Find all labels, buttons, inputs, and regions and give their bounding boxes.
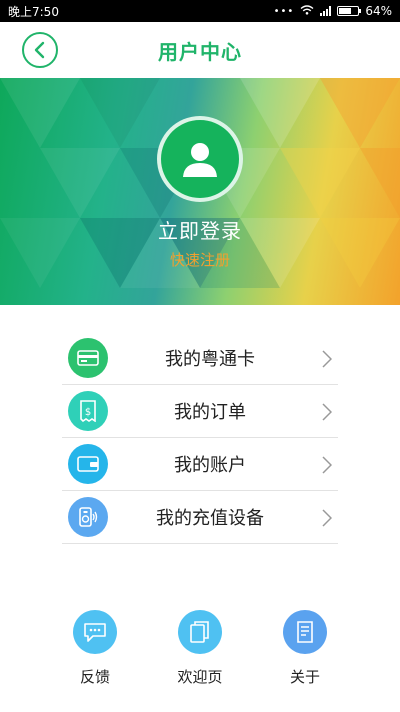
device-icon bbox=[79, 507, 98, 527]
bottom-item-label: 欢迎页 bbox=[177, 668, 223, 686]
header: 用户中心 bbox=[0, 22, 400, 78]
battery-icon bbox=[337, 6, 362, 16]
chevron-left-icon bbox=[34, 41, 45, 59]
card-icon bbox=[77, 350, 99, 366]
menu-item-label: 我的账户 bbox=[174, 455, 246, 476]
pages-icon bbox=[190, 621, 209, 643]
chevron-right-icon bbox=[322, 350, 332, 368]
feedback-button[interactable]: 反馈 bbox=[50, 610, 140, 687]
user-icon bbox=[183, 143, 217, 177]
bottom-icon-bg bbox=[73, 610, 117, 654]
more-dots-icon: ••• bbox=[273, 5, 295, 17]
battery-percent: 64% bbox=[365, 4, 392, 18]
page-title: 用户中心 bbox=[158, 39, 242, 64]
welcome-page-button[interactable]: 欢迎页 bbox=[155, 610, 245, 687]
wallet-icon bbox=[77, 456, 99, 472]
menu-item-devices[interactable]: 我的充值设备 bbox=[62, 491, 338, 544]
document-icon bbox=[297, 621, 313, 643]
menu-item-account[interactable]: 我的账户 bbox=[62, 438, 338, 491]
wifi-icon bbox=[300, 4, 314, 18]
bottom-icon-bg bbox=[283, 610, 327, 654]
menu-item-label: 我的订单 bbox=[174, 402, 246, 423]
menu-item-etc-card[interactable]: 我的粤通卡 bbox=[62, 332, 338, 385]
menu-list: 我的粤通卡 $ 我的订单 我的账户 我的充值设备 bbox=[62, 332, 338, 544]
bottom-nav: 反馈 欢迎页 关于 bbox=[0, 610, 400, 690]
receipt-icon: $ bbox=[80, 400, 96, 422]
status-time: 晚上7:50 bbox=[8, 4, 59, 19]
about-button[interactable]: 关于 bbox=[260, 610, 350, 687]
login-button[interactable]: 立即登录 bbox=[0, 215, 400, 244]
menu-item-orders[interactable]: $ 我的订单 bbox=[62, 385, 338, 438]
signal-icon bbox=[320, 6, 332, 16]
back-button[interactable] bbox=[22, 32, 58, 68]
bottom-item-label: 反馈 bbox=[79, 668, 110, 686]
bottom-icon-bg bbox=[178, 610, 222, 654]
status-bar: 晚上7:50 ••• 64% bbox=[0, 0, 400, 22]
menu-item-label: 我的粤通卡 bbox=[165, 349, 255, 370]
bottom-item-label: 关于 bbox=[289, 668, 320, 686]
chevron-right-icon bbox=[322, 456, 332, 474]
avatar[interactable] bbox=[157, 116, 243, 202]
svg-text:$: $ bbox=[85, 407, 91, 418]
register-link[interactable]: 快速注册 bbox=[0, 249, 400, 270]
status-indicators: ••• 64% bbox=[274, 4, 392, 18]
chat-icon bbox=[84, 623, 106, 642]
menu-item-label: 我的充值设备 bbox=[156, 508, 264, 529]
profile-banner: 立即登录 快速注册 bbox=[0, 78, 400, 305]
chevron-right-icon bbox=[322, 509, 332, 527]
chevron-right-icon bbox=[322, 403, 332, 421]
